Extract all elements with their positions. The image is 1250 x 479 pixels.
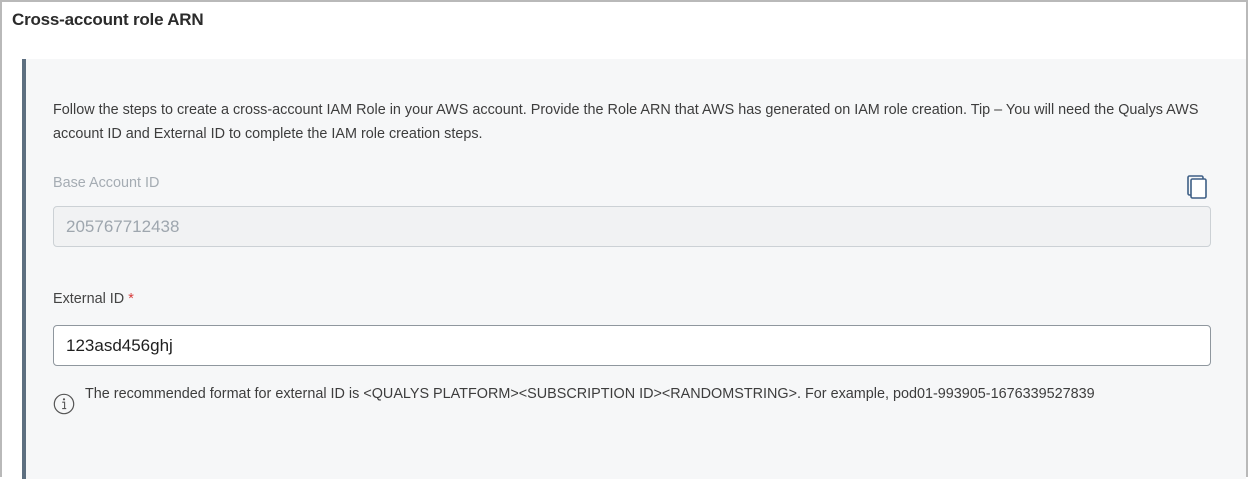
base-account-id-label: Base Account ID: [53, 175, 159, 191]
base-account-id-label-text: Base Account ID: [53, 175, 160, 191]
base-account-id-input[interactable]: [53, 206, 1211, 247]
instructions-text: Follow the steps to create a cross-accou…: [53, 102, 1199, 142]
info-icon: [53, 393, 75, 415]
hint-text: The recommended format for external ID i…: [85, 386, 1095, 402]
external-id-hint: The recommended format for external ID i…: [53, 385, 1213, 415]
external-id-label: External ID *: [53, 291, 134, 307]
role-arn-panel: Follow the steps to create a cross-accou…: [22, 59, 1246, 479]
external-id-label-text: External ID: [53, 291, 125, 307]
copy-icon[interactable]: [1186, 175, 1208, 199]
section-title: Cross-account role ARN: [12, 10, 204, 29]
section-frame: Cross-account role ARN Follow the steps …: [0, 0, 1248, 479]
required-marker: *: [128, 291, 134, 307]
external-id-input[interactable]: [53, 325, 1211, 366]
